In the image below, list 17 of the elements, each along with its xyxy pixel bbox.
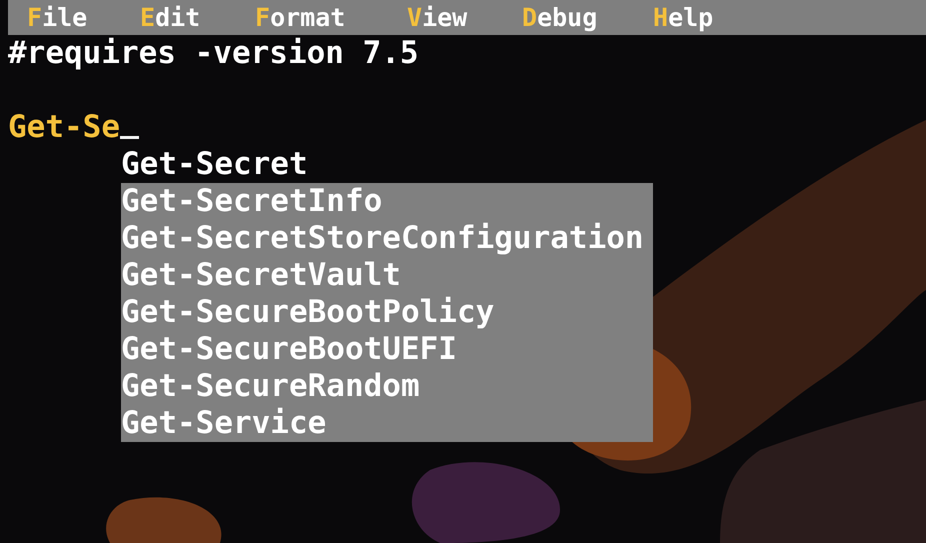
completion-item[interactable]: Get-Service [121, 405, 653, 442]
menu-item[interactable]: Help [653, 0, 753, 35]
typed-command: Get-Se [8, 109, 120, 146]
completion-item[interactable]: Get-SecureRandom [121, 368, 653, 405]
completion-item[interactable]: Get-SecureBootPolicy [121, 294, 653, 331]
menu-item[interactable]: Edit [140, 0, 255, 35]
code-line: #requires -version 7.5 [8, 35, 419, 72]
completion-item[interactable]: Get-Secret [121, 146, 653, 183]
menu-item[interactable]: View [407, 0, 522, 35]
completion-item[interactable]: Get-SecretStoreConfiguration [121, 220, 653, 257]
menu-item[interactable]: Format [255, 0, 407, 35]
completion-item[interactable]: Get-SecretVault [121, 257, 653, 294]
completion-item[interactable]: Get-SecretInfo [121, 183, 653, 220]
menu-item[interactable]: File [27, 0, 140, 35]
text-cursor [120, 136, 139, 139]
menu-item[interactable]: Debug [522, 0, 653, 35]
completion-item[interactable]: Get-SecureBootUEFI [121, 331, 653, 368]
